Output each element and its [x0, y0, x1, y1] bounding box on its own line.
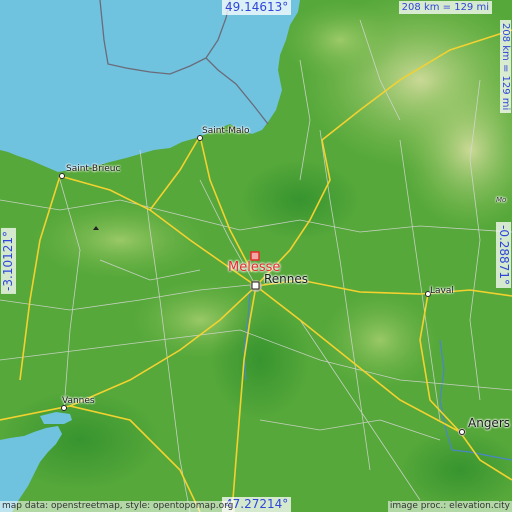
label-laval: Laval [430, 286, 454, 296]
label-partial-city: Mo [496, 196, 507, 204]
attribution-map-data: map data: openstreetmap, style: opentopo… [0, 501, 236, 512]
label-vannes: Vannes [62, 396, 95, 406]
coord-west: -3.10121° [1, 228, 16, 294]
marker-melesse[interactable] [250, 251, 260, 261]
marker-vannes [61, 405, 67, 411]
coord-east: -0.28871° [496, 222, 511, 288]
scale-horizontal: 208 km = 129 mi [398, 1, 492, 14]
marker-saint-brieuc [59, 173, 65, 179]
marker-angers [459, 429, 465, 435]
coord-north: 49.14613° [222, 0, 292, 15]
marker-saint-malo [197, 135, 203, 141]
scale-vertical: 208 km = 129 mi [500, 20, 511, 114]
attribution-image-proc: image proc.: elevation.city [387, 501, 512, 512]
label-melesse[interactable]: Melesse [228, 260, 280, 275]
label-saint-brieuc: Saint-Brieuc [66, 164, 121, 174]
marker-rennes [251, 281, 260, 290]
label-angers: Angers [468, 416, 510, 430]
terrain-map[interactable] [0, 0, 512, 512]
label-saint-malo: Saint-Malo [202, 126, 250, 136]
